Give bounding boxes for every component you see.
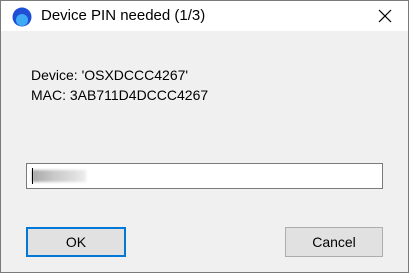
window-title: Device PIN needed (1/3) xyxy=(41,7,206,24)
dialog-body: Device: 'OSXDCCC4267' MAC: 3AB711D4DCCC4… xyxy=(1,31,408,272)
close-button[interactable] xyxy=(362,1,408,31)
close-icon xyxy=(378,9,392,23)
app-icon xyxy=(12,7,32,27)
text-caret xyxy=(32,168,33,184)
pin-input[interactable] xyxy=(26,163,383,189)
mac-address-label: MAC: 3AB711D4DCCC4267 xyxy=(31,87,209,103)
title-bar: Device PIN needed (1/3) xyxy=(1,1,408,31)
cancel-button[interactable]: Cancel xyxy=(285,227,383,257)
device-name-label: Device: 'OSXDCCC4267' xyxy=(31,67,189,83)
ok-button[interactable]: OK xyxy=(26,227,126,257)
pin-dialog: Device PIN needed (1/3) Device: 'OSXDCCC… xyxy=(0,0,409,273)
